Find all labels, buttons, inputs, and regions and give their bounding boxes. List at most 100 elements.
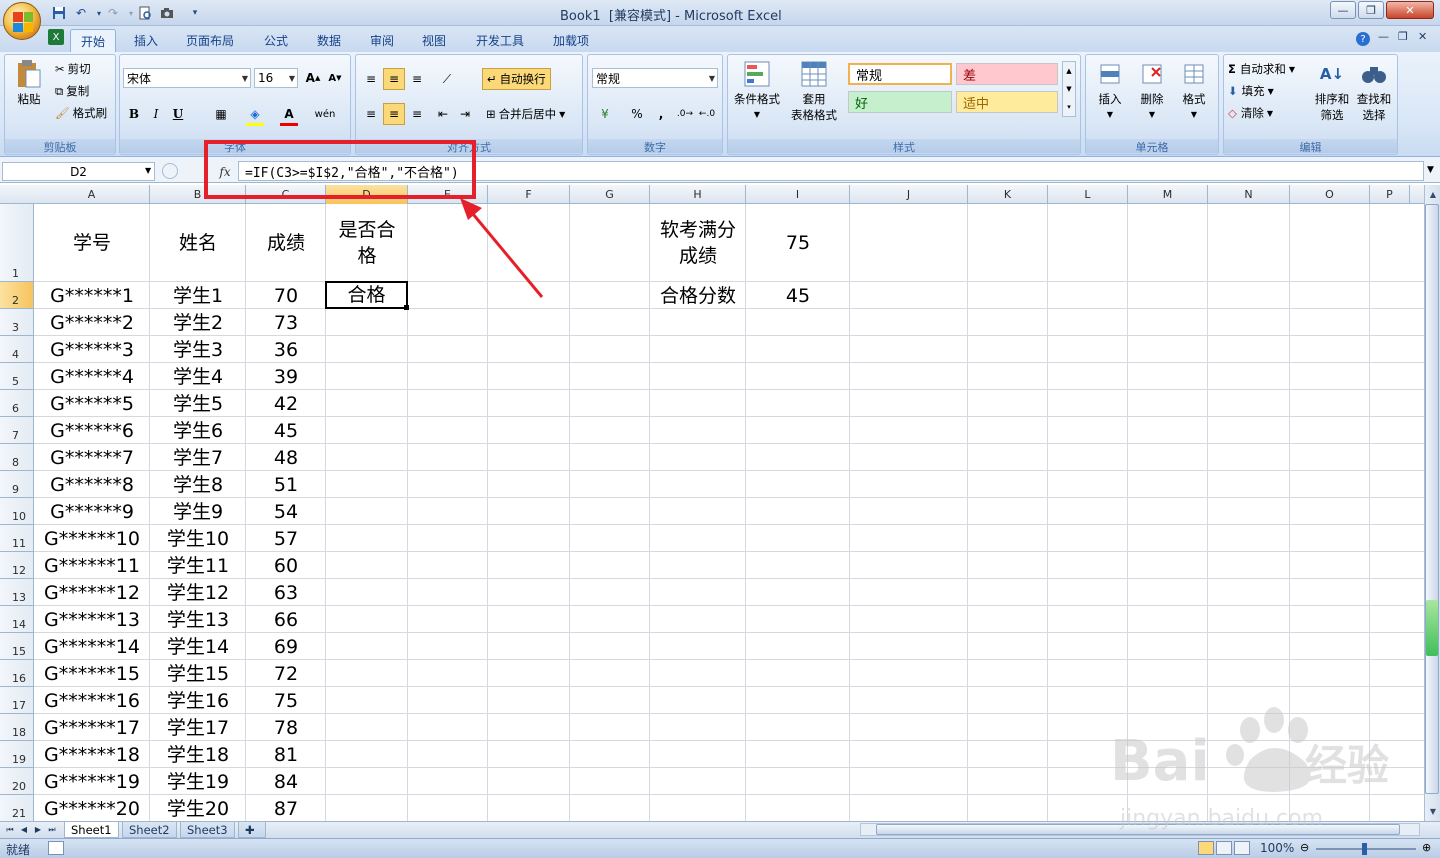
table-cell-name[interactable]: 学生14	[150, 633, 246, 660]
table-cell-score[interactable]: 63	[246, 579, 326, 606]
table-cell-id[interactable]: G******18	[34, 741, 150, 768]
table-cell-name[interactable]: 学生3	[150, 336, 246, 363]
table-cell-score[interactable]: 39	[246, 363, 326, 390]
last-sheet-icon[interactable]: ⏭	[46, 823, 58, 836]
table-cell-id[interactable]: G******16	[34, 687, 150, 714]
workbook-close-icon[interactable]: ✕	[1418, 30, 1427, 43]
table-cell-id[interactable]: G******17	[34, 714, 150, 741]
row-header-17[interactable]: 17	[0, 687, 34, 714]
page-layout-view-icon[interactable]	[1216, 841, 1232, 855]
autosum-button[interactable]: Σ 自动求和 ▼	[1228, 58, 1295, 80]
table-cell-name[interactable]: 学生16	[150, 687, 246, 714]
increase-font-icon[interactable]: A ▲	[302, 67, 324, 89]
column-header-g[interactable]: G	[570, 185, 650, 204]
table-cell-score[interactable]: 84	[246, 768, 326, 795]
table-cell-score[interactable]: 73	[246, 309, 326, 336]
table-cell-score[interactable]: 81	[246, 741, 326, 768]
row-header-19[interactable]: 19	[0, 741, 34, 768]
column-header-p[interactable]: P	[1370, 185, 1410, 204]
borders-icon[interactable]: ▦	[210, 103, 232, 125]
wrap-text-button[interactable]: ↵ 自动换行	[482, 68, 551, 90]
row-header-6[interactable]: 6	[0, 390, 34, 417]
number-format-select[interactable]: 常规 ▼	[592, 68, 718, 88]
align-bottom-icon[interactable]: ≡	[406, 68, 428, 90]
maximize-button[interactable]: ❐	[1358, 1, 1384, 19]
table-cell-score[interactable]: 75	[246, 687, 326, 714]
table-cell-name[interactable]: 学生1	[150, 282, 246, 309]
format-painter-button[interactable]: 🖌 格式刷	[55, 102, 107, 124]
styles-gallery-scroll[interactable]: ▲ ▼ ▾	[1062, 61, 1076, 117]
table-cell-score[interactable]: 54	[246, 498, 326, 525]
table-cell-score[interactable]: 48	[246, 444, 326, 471]
column-header-m[interactable]: M	[1128, 185, 1208, 204]
style-neutral[interactable]: 适中	[956, 91, 1058, 113]
name-box-dropdown-icon[interactable]: ▼	[145, 166, 151, 175]
italic-button[interactable]: I	[145, 103, 167, 125]
table-cell-name[interactable]: 学生7	[150, 444, 246, 471]
table-cell-score[interactable]: 72	[246, 660, 326, 687]
table-cell-name[interactable]: 学生13	[150, 606, 246, 633]
column-header-n[interactable]: N	[1208, 185, 1290, 204]
align-middle-icon[interactable]: ≡	[383, 68, 405, 90]
table-cell-id[interactable]: G******6	[34, 417, 150, 444]
table-cell-id[interactable]: G******14	[34, 633, 150, 660]
ribbon-minimize-icon[interactable]: —	[1378, 30, 1389, 43]
formula-expand-icon[interactable]: ▼	[1427, 165, 1434, 175]
cell-d1[interactable]: 是否合格	[326, 204, 408, 282]
tab-review[interactable]: 审阅	[360, 29, 404, 52]
column-header-i[interactable]: I	[746, 185, 850, 204]
customize-toolbar-icon[interactable]: ▾	[186, 4, 204, 22]
cell-b1[interactable]: 姓名	[150, 204, 246, 282]
sheet-tab-2[interactable]: Sheet2	[122, 822, 177, 838]
align-left-icon[interactable]: ≡	[360, 103, 382, 125]
tab-view[interactable]: 视图	[412, 29, 456, 52]
name-box[interactable]: D2	[2, 162, 155, 181]
camera-icon[interactable]	[158, 4, 176, 22]
insert-cells-button[interactable]: 插入 ▼	[1090, 59, 1130, 123]
style-normal[interactable]: 常规	[848, 63, 952, 85]
font-size-select[interactable]: 16 ▼	[254, 68, 298, 88]
row-header-13[interactable]: 13	[0, 579, 34, 606]
column-header-l[interactable]: L	[1048, 185, 1128, 204]
font-color-icon[interactable]: A	[278, 103, 300, 125]
table-cell-score[interactable]: 42	[246, 390, 326, 417]
table-cell-score[interactable]: 78	[246, 714, 326, 741]
row-header-18[interactable]: 18	[0, 714, 34, 741]
decrease-indent-icon[interactable]: ⇤	[432, 103, 454, 125]
style-bad[interactable]: 差	[956, 63, 1058, 85]
clear-button[interactable]: ◇ 清除 ▼	[1228, 102, 1273, 124]
next-sheet-icon[interactable]: ▶	[32, 823, 44, 836]
row-header-1[interactable]: 1	[0, 204, 34, 282]
table-cell-score[interactable]: 51	[246, 471, 326, 498]
comma-button[interactable]: ,	[650, 103, 672, 125]
orientation-icon[interactable]: ⟋	[436, 68, 458, 90]
close-button[interactable]: ✕	[1386, 1, 1434, 19]
tab-developer[interactable]: 开发工具	[466, 29, 534, 52]
redo-icon[interactable]: ↷	[104, 4, 122, 22]
row-header-21[interactable]: 21	[0, 795, 34, 821]
sheet-tab-3[interactable]: Sheet3	[180, 822, 235, 838]
table-cell-id[interactable]: G******15	[34, 660, 150, 687]
align-top-icon[interactable]: ≡	[360, 68, 382, 90]
currency-icon[interactable]: ¥	[594, 103, 616, 125]
table-cell-name[interactable]: 学生6	[150, 417, 246, 444]
table-cell-score[interactable]: 66	[246, 606, 326, 633]
table-cell-name[interactable]: 学生4	[150, 363, 246, 390]
office-button[interactable]	[3, 2, 41, 40]
row-header-12[interactable]: 12	[0, 552, 34, 579]
cell-a1[interactable]: 学号	[34, 204, 150, 282]
tab-page-layout[interactable]: 页面布局	[176, 29, 244, 52]
cell-d2-active[interactable]: 合格	[325, 281, 408, 309]
minimize-button[interactable]: —	[1330, 1, 1356, 19]
table-cell-id[interactable]: G******19	[34, 768, 150, 795]
tab-data[interactable]: 数据	[307, 29, 351, 52]
row-header-5[interactable]: 5	[0, 363, 34, 390]
table-cell-id[interactable]: G******13	[34, 606, 150, 633]
row-header-16[interactable]: 16	[0, 660, 34, 687]
row-header-7[interactable]: 7	[0, 417, 34, 444]
table-cell-id[interactable]: G******12	[34, 579, 150, 606]
sort-filter-button[interactable]: A↓ 排序和 筛选	[1312, 59, 1352, 123]
row-header-4[interactable]: 4	[0, 336, 34, 363]
column-header-a[interactable]: A	[34, 185, 150, 204]
table-cell-id[interactable]: G******20	[34, 795, 150, 821]
